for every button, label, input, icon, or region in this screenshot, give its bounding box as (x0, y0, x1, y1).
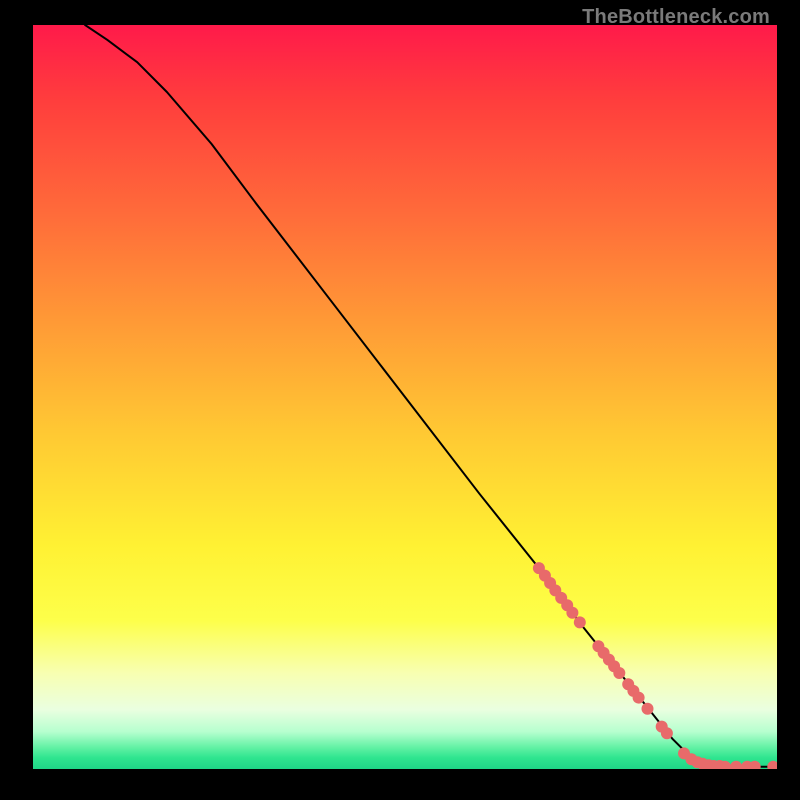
data-marker (574, 616, 586, 628)
data-marker (613, 667, 625, 679)
data-marker (566, 607, 578, 619)
data-marker (767, 761, 777, 769)
data-marker (661, 727, 673, 739)
watermark-label: TheBottleneck.com (582, 6, 770, 29)
chart-svg (33, 25, 777, 769)
curve-line (85, 25, 777, 767)
data-marker (730, 761, 742, 769)
chart-plot-area (33, 25, 777, 769)
data-marker (642, 703, 654, 715)
data-marker (633, 692, 645, 704)
data-markers (533, 562, 777, 769)
